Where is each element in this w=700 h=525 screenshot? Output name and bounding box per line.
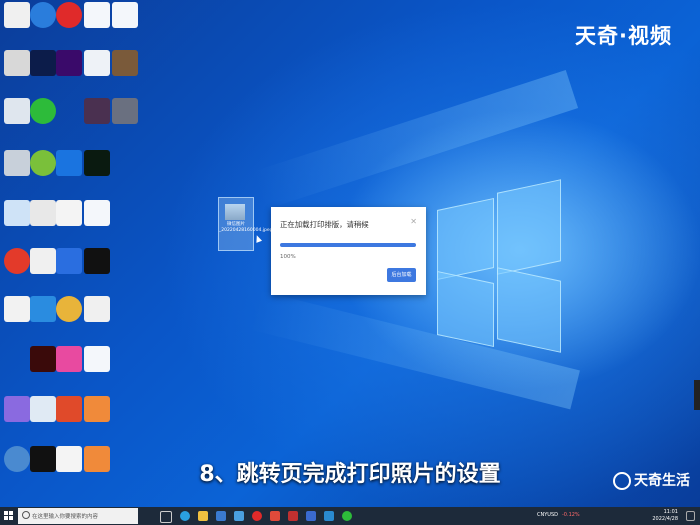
desktop-icon[interactable] [30, 150, 56, 176]
search-icon [22, 511, 30, 519]
file-label: 微信图片_20220428160004.jpeg [219, 222, 273, 233]
ticker-symbol: CNYUSD [537, 512, 558, 518]
app-icon[interactable] [306, 511, 316, 521]
mouse-cursor-icon [253, 234, 263, 243]
desktop-icon[interactable] [4, 296, 30, 322]
desktop-icon[interactable] [56, 396, 82, 422]
app-icon[interactable] [288, 511, 298, 521]
wps-icon[interactable] [270, 511, 280, 521]
desktop-icon[interactable] [112, 2, 138, 28]
desktop-icon[interactable] [56, 346, 82, 372]
print-layout-loading-dialog: 正在加载打印排版，请稍候 ✕ 100% 后台加载 [271, 207, 426, 295]
app-icon[interactable] [324, 511, 334, 521]
file-explorer-icon[interactable] [198, 511, 208, 521]
desktop-icon[interactable] [4, 150, 30, 176]
clock-time: 11:01 [663, 509, 678, 515]
desktop-icon[interactable] [30, 2, 56, 28]
desktop-icon[interactable] [84, 2, 110, 28]
side-scrollbar[interactable] [694, 380, 700, 410]
desktop-icon[interactable] [30, 296, 56, 322]
progress-bar [280, 243, 416, 247]
netease-music-icon[interactable] [252, 511, 262, 521]
search-placeholder: 在这里输入你要搜索的内容 [32, 514, 99, 520]
brand-bottom-text: 天奇生活 [634, 473, 690, 489]
desktop-icon[interactable] [56, 150, 82, 176]
video-caption: 8、跳转页完成打印照片的设置 [199, 462, 501, 487]
desktop-icon[interactable] [84, 50, 110, 76]
brand-watermark-bottom: 天奇生活 [613, 470, 690, 490]
mail-icon[interactable] [234, 511, 244, 521]
desktop-icon[interactable] [84, 200, 110, 226]
edge-icon[interactable] [180, 511, 190, 521]
desktop-icon[interactable] [4, 248, 30, 274]
desktop-icon[interactable] [4, 50, 30, 76]
desktop-icon[interactable] [30, 200, 56, 226]
task-view-icon[interactable] [160, 511, 172, 523]
notification-icon[interactable] [686, 511, 695, 521]
desktop-icon[interactable] [30, 396, 56, 422]
desktop-icon[interactable] [84, 150, 110, 176]
desktop-icon[interactable] [84, 296, 110, 322]
desktop-icon[interactable] [56, 200, 82, 226]
start-button[interactable] [4, 511, 14, 521]
desktop-icon[interactable] [56, 2, 82, 28]
windows-logo [437, 179, 562, 357]
wechat-icon[interactable] [342, 511, 352, 521]
desktop-icon[interactable] [56, 296, 82, 322]
desktop-icon[interactable] [30, 346, 56, 372]
brand-watermark-top: 天奇·视频 [575, 24, 672, 48]
dialog-title: 正在加载打印排版，请稍候 [280, 220, 369, 229]
close-icon[interactable]: ✕ [410, 217, 417, 226]
store-icon[interactable] [216, 511, 226, 521]
background-load-button[interactable]: 后台加载 [387, 268, 416, 282]
desktop-icon[interactable] [112, 98, 138, 124]
desktop-icon[interactable] [84, 346, 110, 372]
taskbar-search-box[interactable]: 在这里输入你要搜索的内容 [18, 508, 138, 524]
ticker-change: -0.12% [562, 512, 580, 518]
desktop-icon[interactable] [84, 396, 110, 422]
image-file-icon [225, 204, 245, 220]
progress-fill [280, 243, 416, 247]
desktop-icon[interactable] [56, 248, 82, 274]
desktop-icon[interactable] [4, 200, 30, 226]
selected-image-file[interactable]: 微信图片_20220428160004.jpeg [218, 197, 273, 251]
desktop-icon[interactable] [112, 50, 138, 76]
desktop-icon[interactable] [30, 248, 56, 274]
desktop-icon[interactable] [30, 98, 56, 124]
taskbar-clock[interactable]: 11:01 2022/4/28 [652, 509, 678, 523]
desktop-icon[interactable] [84, 248, 110, 274]
desktop-icon[interactable] [4, 98, 30, 124]
progress-percent: 100% [280, 254, 296, 260]
desktop-icon[interactable] [56, 50, 82, 76]
desktop-icon[interactable] [4, 396, 30, 422]
brand-logo-icon [613, 472, 631, 490]
clock-date: 2022/4/28 [652, 516, 678, 522]
desktop-icon[interactable] [30, 50, 56, 76]
desktop-icon[interactable] [84, 98, 110, 124]
desktop-icon[interactable] [4, 2, 30, 28]
taskbar: 在这里输入你要搜索的内容 CNYUSD -0.12% 11:01 2022/4/… [0, 507, 700, 525]
